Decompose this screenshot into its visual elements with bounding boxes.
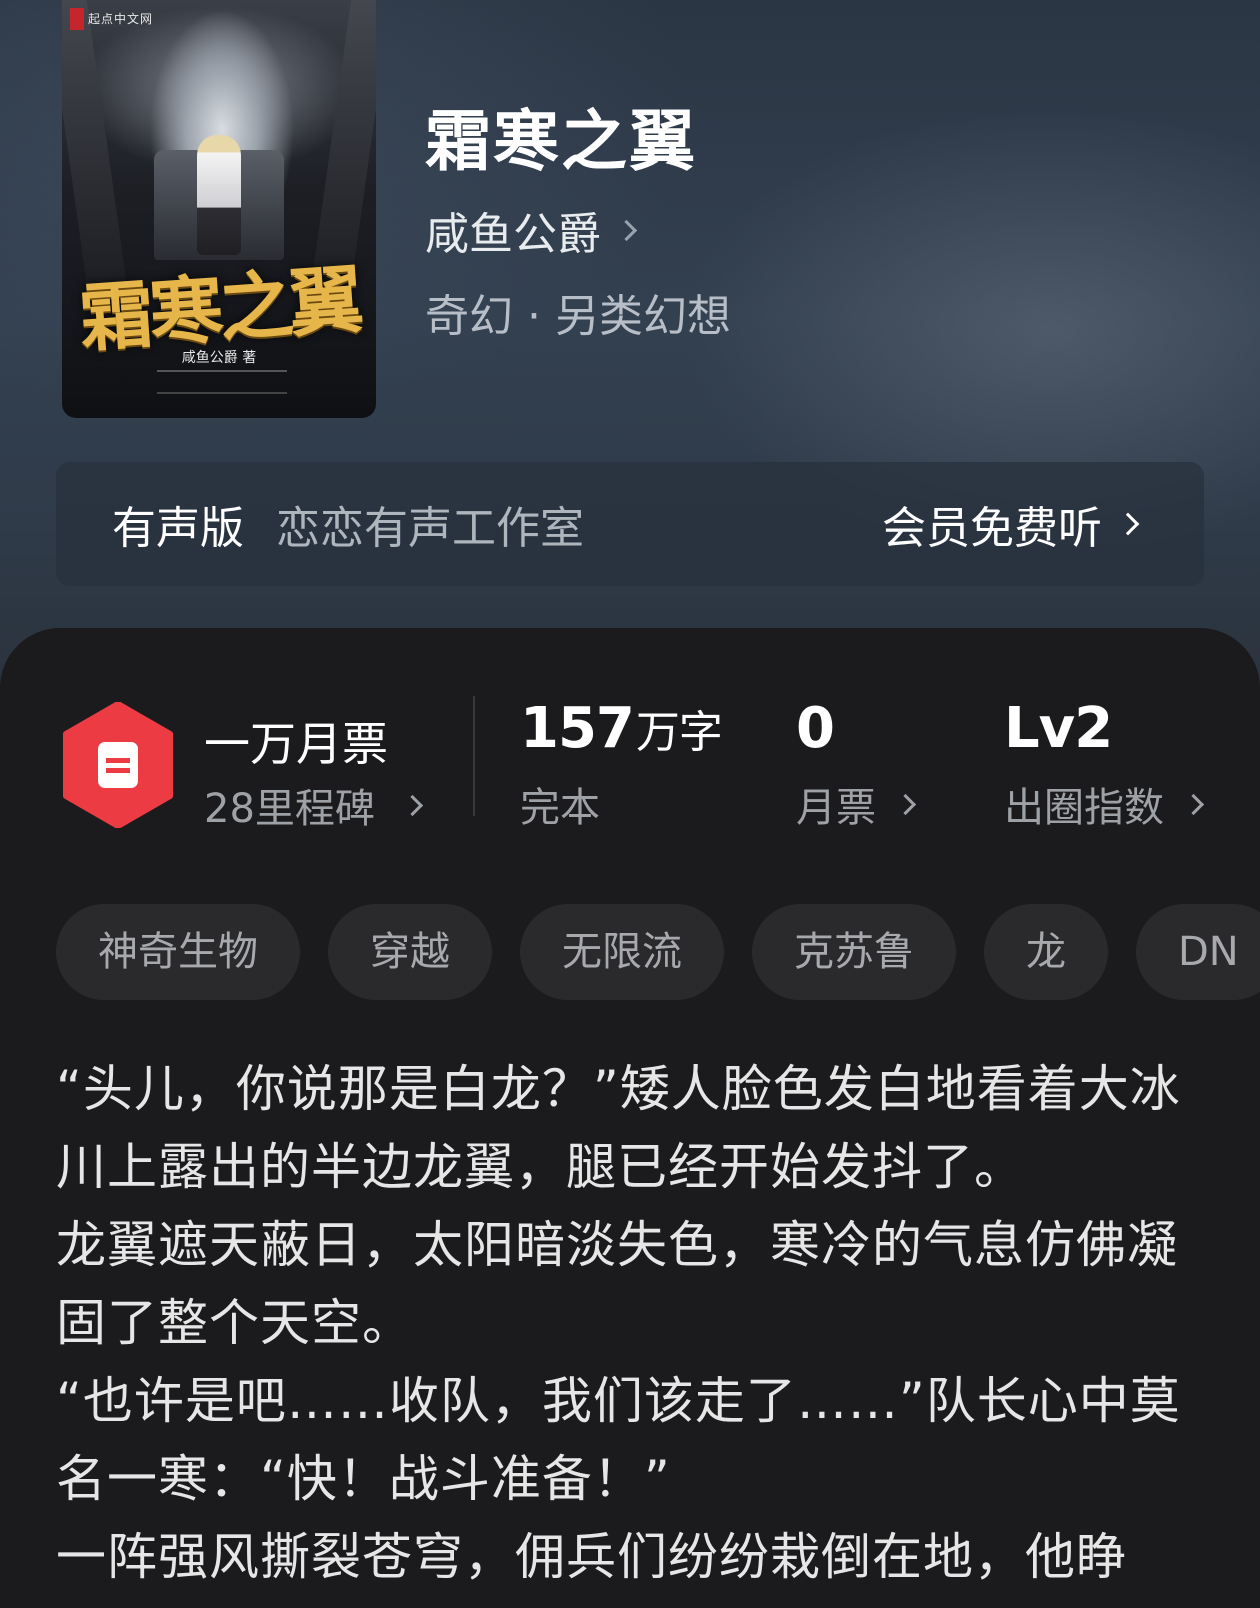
author-link[interactable]: 咸鱼公爵 (425, 198, 638, 262)
monthly-ticket-badge-icon (63, 702, 173, 828)
tag-chip[interactable]: 穿越 (328, 904, 492, 1000)
audio-label: 有声版 (112, 503, 244, 554)
monthly-votes-value: 0 (796, 696, 835, 761)
monthly-votes-stat[interactable]: 0 月票 (796, 696, 917, 833)
synopsis[interactable]: “头儿，你说那是白龙？”矮人脸色发白地看着大冰川上露出的半边龙翼，腿已经开始发抖… (56, 1050, 1206, 1601)
synopsis-paragraph: 一阵强风撕裂苍穹，佣兵们纷纷栽倒在地，他睁 (56, 1528, 1127, 1586)
tag-chip[interactable]: 龙 (984, 904, 1108, 1000)
popularity-stat[interactable]: Lv2 出圈指数 (1004, 696, 1205, 833)
cover-figure (197, 135, 241, 255)
audio-edition-bar[interactable]: 有声版 恋恋有声工作室 会员免费听 (56, 462, 1204, 586)
chevron-right-icon (894, 793, 917, 815)
chevron-right-icon (615, 219, 638, 241)
cover-author-art: 咸鱼公爵 著 (181, 350, 257, 366)
completion-status: 完本 (520, 785, 600, 831)
chevron-right-icon (401, 794, 424, 816)
chevron-right-icon (1182, 793, 1205, 815)
tag-list: 神奇生物 穿越 无限流 克苏鲁 龙 DN (56, 904, 1260, 1000)
word-count-stat: 157 万字 完本 (520, 696, 723, 833)
member-free-listen-label: 会员免费听 (882, 503, 1102, 554)
tag-chip[interactable]: 无限流 (520, 904, 724, 1000)
milestone-label: 28里程碑 (204, 786, 375, 832)
book-cover[interactable]: 起点中文网 霜寒之翼 咸鱼公爵 著 (62, 0, 376, 418)
author-name: 咸鱼公爵 (425, 209, 601, 260)
audio-studio: 恋恋有声工作室 (276, 503, 584, 554)
synopsis-paragraph: “也许是吧……收队，我们该走了……”队长心中莫名一寒：“快！战斗准备！” (56, 1372, 1181, 1508)
popularity-label: 出圈指数 (1004, 785, 1164, 831)
book-title: 霜寒之翼 (425, 102, 697, 180)
cover-publisher-mark: 起点中文网 (70, 8, 164, 30)
synopsis-paragraph: 龙翼遮天蔽日，太阳暗淡失色，寒冷的气息仿佛凝固了整个天空。 (56, 1216, 1178, 1352)
word-count-unit: 万字 (635, 707, 723, 758)
divider (473, 696, 475, 816)
popularity-value: Lv2 (1004, 696, 1113, 761)
monthly-ticket-title: 一万月票 (204, 717, 388, 771)
member-free-listen-button[interactable]: 会员免费听 (882, 492, 1140, 556)
stats-row: 一万月票 28里程碑 157 万字 完本 0 月票 Lv2 出圈指数 (0, 692, 1260, 852)
milestone-link[interactable]: 28里程碑 (204, 776, 424, 834)
monthly-votes-label: 月票 (796, 785, 876, 831)
chevron-right-icon (1116, 512, 1140, 536)
word-count-value: 157 (520, 696, 635, 761)
book-genre: 奇幻 · 另类幻想 (425, 291, 731, 342)
tag-chip[interactable]: DN (1136, 904, 1260, 1000)
tag-chip[interactable]: 克苏鲁 (752, 904, 956, 1000)
tag-chip[interactable]: 神奇生物 (56, 904, 300, 1000)
synopsis-paragraph: “头儿，你说那是白龙？”矮人脸色发白地看着大冰川上露出的半边龙翼，腿已经开始发抖… (56, 1060, 1181, 1196)
cover-ornament (157, 370, 287, 394)
